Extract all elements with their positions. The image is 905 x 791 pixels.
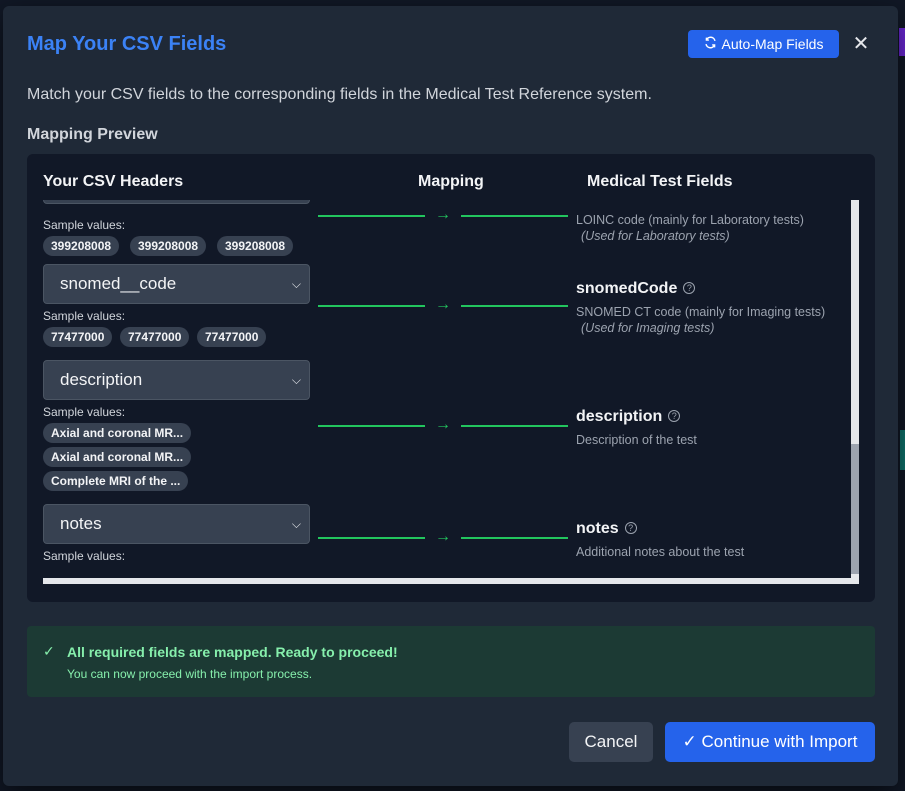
sample-values-label: Sample values: — [43, 549, 126, 563]
csv-field-select[interactable]: description ⌵ — [43, 360, 310, 400]
mapping-line — [318, 215, 425, 217]
mapping-line — [318, 425, 425, 427]
background-accent-teal — [900, 430, 905, 470]
cancel-button[interactable]: Cancel — [569, 722, 653, 762]
csv-field-select[interactable]: notes ⌵ — [43, 504, 310, 544]
field-used-for: (Used for Laboratory tests) — [581, 229, 730, 243]
dialog-subtitle: Match your CSV fields to the correspondi… — [27, 86, 652, 103]
sample-values-label: Sample values: — [43, 405, 126, 419]
mapping-line — [461, 537, 568, 539]
help-icon[interactable]: ? — [668, 410, 681, 422]
sample-value-pill: Complete MRI of the ... — [43, 471, 189, 491]
field-name: notes? — [576, 520, 637, 538]
mapping-status-alert: ✓ All required fields are mapped. Ready … — [27, 626, 875, 697]
field-description: Additional notes about the test — [576, 545, 745, 559]
auto-map-label: Auto-Map Fields — [721, 36, 824, 52]
sample-value-pill: 399208008 — [217, 236, 294, 256]
background-accent — [899, 28, 905, 56]
vertical-scrollbar-thumb[interactable] — [851, 444, 859, 574]
arrow-right-icon: → — [435, 206, 451, 223]
continue-with-import-button[interactable]: ✓ Continue with Import — [665, 722, 875, 762]
mapping-line — [318, 305, 425, 307]
help-icon[interactable]: ? — [683, 282, 696, 294]
auto-map-fields-button[interactable]: Auto-Map Fields — [688, 30, 839, 58]
sample-value-pill: Axial and coronal MR... — [43, 423, 192, 443]
dialog-title: Map Your CSV Fields — [27, 33, 227, 55]
csv-field-select[interactable]: ⌵ — [43, 200, 310, 204]
refresh-icon — [704, 36, 717, 52]
check-icon: ✓ — [682, 732, 697, 751]
mapping-scroll-area[interactable]: ⌵ Sample values: 399208008 399208008 399… — [43, 200, 859, 584]
mapping-line — [318, 537, 425, 539]
sample-value-pill: 399208008 — [130, 236, 207, 256]
sample-values-label: Sample values: — [43, 218, 126, 232]
close-icon[interactable]: ✕ — [849, 32, 873, 56]
field-name: description? — [576, 408, 681, 426]
sample-value-pill: 77477000 — [43, 327, 113, 347]
mapping-preview-panel: Your CSV Headers Mapping Medical Test Fi… — [27, 154, 875, 602]
chevron-down-icon: ⌵ — [291, 373, 301, 387]
csv-headers-column-header: Your CSV Headers — [43, 173, 184, 190]
field-name: snomedCode? — [576, 280, 696, 298]
field-used-for: (Used for Imaging tests) — [581, 321, 715, 335]
sample-value-pill: Axial and coronal MR... — [43, 447, 192, 467]
check-icon: ✓ — [43, 643, 55, 659]
sample-value-pill: 77477000 — [120, 327, 190, 347]
horizontal-scrollbar[interactable] — [43, 578, 851, 584]
help-icon[interactable]: ? — [624, 522, 637, 534]
status-message: All required fields are mapped. Ready to… — [67, 644, 398, 660]
mapping-preview-heading: Mapping Preview — [27, 126, 158, 143]
mapping-line — [461, 425, 568, 427]
medical-fields-column-header: Medical Test Fields — [587, 173, 733, 190]
field-description: SNOMED CT code (mainly for Imaging tests… — [576, 305, 826, 319]
arrow-right-icon: → — [435, 528, 451, 545]
mapping-line — [461, 215, 568, 217]
sample-value-pill: 399208008 — [43, 236, 120, 256]
mapping-line — [461, 305, 568, 307]
arrow-right-icon: → — [435, 296, 451, 313]
status-detail: You can now proceed with the import proc… — [67, 667, 313, 681]
arrow-right-icon: → — [435, 416, 451, 433]
chevron-down-icon: ⌵ — [292, 200, 301, 203]
chevron-down-icon: ⌵ — [291, 517, 301, 531]
continue-label: Continue with Import — [701, 732, 858, 751]
sample-value-pill: 77477000 — [197, 327, 267, 347]
chevron-down-icon: ⌵ — [291, 277, 301, 291]
csv-field-select[interactable]: snomed__code ⌵ — [43, 264, 310, 304]
mapping-column-header: Mapping — [418, 173, 484, 190]
sample-values-label: Sample values: — [43, 309, 126, 323]
map-csv-fields-dialog: Map Your CSV Fields Auto-Map Fields ✕ Ma… — [3, 6, 898, 786]
field-description: LOINC code (mainly for Laboratory tests) — [576, 213, 804, 227]
field-description: Description of the test — [576, 433, 697, 447]
